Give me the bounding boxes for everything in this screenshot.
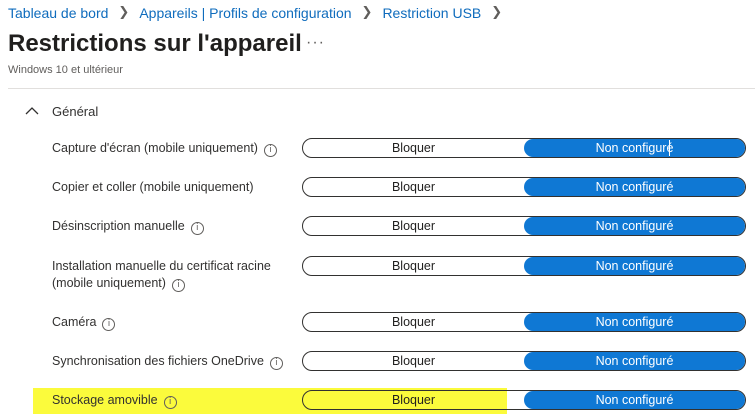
setting-toggle: Bloquer Non configuré bbox=[302, 216, 746, 236]
setting-label: Stockage amovible i bbox=[52, 392, 177, 409]
option-block[interactable]: Bloquer bbox=[303, 313, 524, 331]
setting-label: Capture d'écran (mobile uniquement) i bbox=[52, 140, 277, 157]
setting-toggle: Bloquer Non configuré bbox=[302, 256, 746, 276]
setting-label-text: Synchronisation des fichiers OneDrive bbox=[52, 354, 264, 368]
option-not-configured[interactable]: Non configuré bbox=[524, 352, 745, 370]
option-not-configured[interactable]: Non configuré bbox=[524, 257, 745, 275]
option-not-configured[interactable]: Non configuré bbox=[524, 313, 745, 331]
setting-label-text: Caméra bbox=[52, 315, 97, 329]
page-title: Restrictions sur l'appareil bbox=[8, 30, 302, 57]
setting-label: Copier et coller (mobile uniquement) bbox=[52, 179, 253, 196]
option-block[interactable]: Bloquer bbox=[303, 257, 524, 275]
setting-label-text: Installation manuelle du certificat raci… bbox=[52, 259, 271, 273]
header-divider bbox=[8, 88, 755, 89]
setting-toggle: Bloquer Non configuré bbox=[302, 138, 746, 158]
more-options-icon[interactable]: ··· bbox=[306, 34, 325, 52]
option-block[interactable]: Bloquer bbox=[303, 391, 524, 409]
text-cursor bbox=[669, 140, 670, 156]
breadcrumb: Tableau de bord ❯ Appareils | Profils de… bbox=[8, 4, 512, 22]
setting-toggle: Bloquer Non configuré bbox=[302, 351, 746, 371]
option-not-configured[interactable]: Non configuré bbox=[524, 217, 745, 235]
setting-label: Synchronisation des fichiers OneDrive i bbox=[52, 353, 283, 370]
setting-toggle: Bloquer Non configuré bbox=[302, 390, 746, 410]
info-icon[interactable]: i bbox=[269, 357, 283, 370]
option-not-configured[interactable]: Non configuré bbox=[524, 139, 745, 157]
setting-label-text: Désinscription manuelle bbox=[52, 219, 185, 233]
option-not-configured[interactable]: Non configuré bbox=[524, 178, 745, 196]
chevron-up-icon bbox=[25, 107, 39, 115]
info-icon[interactable]: i bbox=[263, 144, 277, 157]
setting-label: Désinscription manuelle i bbox=[52, 218, 204, 235]
option-not-configured[interactable]: Non configuré bbox=[524, 391, 745, 409]
setting-label: Caméra i bbox=[52, 314, 116, 331]
option-block[interactable]: Bloquer bbox=[303, 139, 524, 157]
chevron-right-icon: ❯ bbox=[491, 4, 503, 19]
section-general-toggle[interactable]: Général bbox=[24, 100, 98, 122]
section-general-label: Général bbox=[52, 103, 99, 119]
page-subtitle: Windows 10 et ultérieur bbox=[8, 64, 123, 76]
chevron-right-icon: ❯ bbox=[361, 4, 373, 19]
chevron-right-icon: ❯ bbox=[118, 4, 130, 19]
breadcrumb-usb-restriction[interactable]: Restriction USB bbox=[382, 5, 481, 21]
option-block[interactable]: Bloquer bbox=[303, 217, 524, 235]
setting-label-text: Copier et coller (mobile uniquement) bbox=[52, 180, 254, 194]
setting-label-text-2: (mobile uniquement) bbox=[52, 276, 166, 290]
option-block[interactable]: Bloquer bbox=[303, 178, 524, 196]
option-block[interactable]: Bloquer bbox=[303, 352, 524, 370]
info-icon[interactable]: i bbox=[163, 396, 177, 409]
setting-toggle: Bloquer Non configuré bbox=[302, 312, 746, 332]
info-icon[interactable]: i bbox=[171, 279, 185, 292]
breadcrumb-config-profiles[interactable]: Appareils | Profils de configuration bbox=[139, 5, 351, 21]
info-icon[interactable]: i bbox=[190, 222, 204, 235]
setting-toggle: Bloquer Non configuré bbox=[302, 177, 746, 197]
breadcrumb-dashboard[interactable]: Tableau de bord bbox=[8, 5, 108, 21]
setting-label: Installation manuelle du certificat raci… bbox=[52, 258, 271, 292]
info-icon[interactable]: i bbox=[102, 318, 116, 331]
setting-label-text: Capture d'écran (mobile uniquement) bbox=[52, 141, 258, 155]
setting-label-text: Stockage amovible bbox=[52, 393, 158, 407]
